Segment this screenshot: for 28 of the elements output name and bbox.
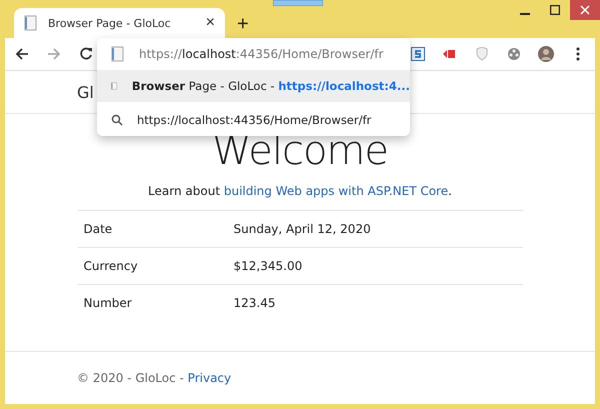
label-cell-text: Date: [82, 222, 114, 236]
browser-tab[interactable]: Browser Page - GloLoc ×: [14, 8, 225, 38]
intro-text: Learn about building Web apps with ASP.NET Core.: [148, 184, 452, 198]
close-button[interactable]: [570, 0, 600, 20]
suggestion-item[interactable]: Browser Page - GloLoc - https://localhost:4...: [97, 70, 410, 102]
page-icon: [24, 15, 38, 31]
site-brand[interactable]: Gl: [77, 82, 94, 102]
close-icon: [580, 5, 590, 15]
film-reel-icon[interactable]: [505, 45, 523, 63]
address-field[interactable]: https://localhost:44356/Home/Browser/fr: [139, 47, 384, 61]
docs-link[interactable]: building Web apps with ASP.NET Core: [224, 184, 448, 198]
maximize-icon[interactable]: [550, 5, 560, 15]
label-cell-text: Number: [82, 296, 133, 310]
footer-text: © 2020 - GloLoc - Privacy: [77, 371, 232, 385]
search-icon: [111, 114, 123, 126]
extension-icon[interactable]: [409, 45, 427, 63]
label-cell-text: Currency: [82, 259, 139, 273]
value-cell-text: 123.45: [232, 296, 276, 310]
title-bar-marker-drawing: [273, 0, 323, 6]
new-tab-button[interactable]: +: [237, 14, 249, 34]
privacy-link[interactable]: Privacy: [188, 371, 232, 385]
value-cell-text: Sunday, April 12, 2020: [232, 222, 371, 236]
close-tab-button[interactable]: ×: [206, 15, 215, 31]
suggestion-item[interactable]: https://localhost:44356/Home/Browser/fr: [97, 104, 410, 136]
tab-title: Browser Page - GloLoc: [48, 16, 172, 30]
page-icon: [111, 46, 125, 62]
profile-avatar-icon[interactable]: [537, 45, 555, 63]
value-cell-text: $12,345.00: [232, 259, 302, 273]
